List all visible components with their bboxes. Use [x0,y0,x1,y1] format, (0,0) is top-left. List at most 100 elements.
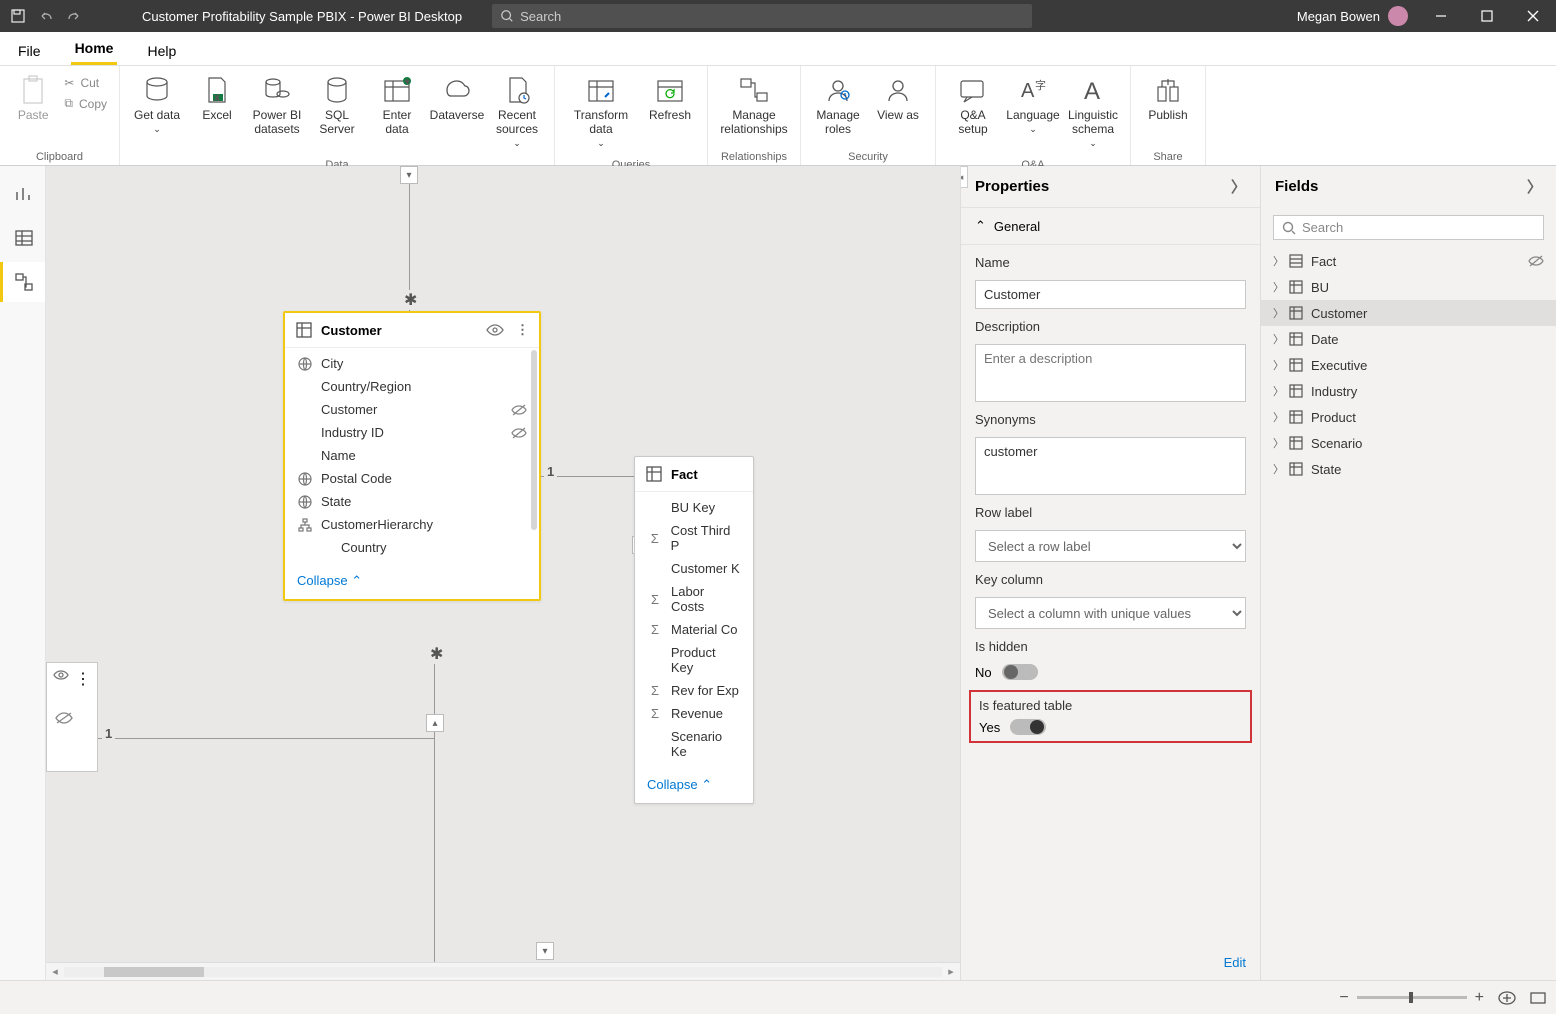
field-row[interactable]: ΣMaterial Co [635,618,753,641]
is-hidden-toggle[interactable] [1002,664,1038,680]
publish-button[interactable]: Publish [1139,70,1197,126]
recent-sources-button[interactable]: Recent sources⌄ [488,70,546,153]
field-row[interactable]: Industry ID [285,421,539,444]
field-row[interactable]: CustomerHierarchy [285,513,539,536]
excel-button[interactable]: XExcel [188,70,246,126]
undo-icon[interactable] [38,8,54,24]
manage-roles-button[interactable]: Manage roles [809,70,867,140]
properties-title: Properties [975,178,1049,195]
collapse-pane-icon[interactable]: 〉 [1231,176,1246,197]
transform-data-button[interactable]: Transform data⌄ [563,70,639,153]
visibility-icon[interactable] [53,669,69,689]
horizontal-scrollbar[interactable]: ◂▸ [46,962,960,980]
fields-search-box[interactable]: Search [1273,215,1544,240]
row-label-select[interactable]: Select a row label [975,530,1246,562]
fit-to-page-icon[interactable] [1498,991,1516,1005]
menu-help[interactable]: Help [143,37,180,65]
field-row[interactable]: ΣRevenue [635,702,753,725]
redo-icon[interactable] [66,8,82,24]
fields-table-row[interactable]: 〉Executive [1261,352,1556,378]
scrollbar[interactable] [531,350,537,530]
close-button[interactable] [1510,0,1556,32]
fields-table-row[interactable]: 〉Scenario [1261,430,1556,456]
field-row[interactable]: Customer K [635,557,753,580]
view-as-button[interactable]: View as [869,70,927,126]
field-row[interactable]: Product Key [635,641,753,679]
is-featured-toggle[interactable] [1010,719,1046,735]
table-partial[interactable]: ⋮ [46,662,98,772]
chevron-right-icon: 〉 [1273,305,1283,321]
model-view-button[interactable] [0,262,45,302]
dataverse-button[interactable]: Dataverse [428,70,486,126]
menu-bar: File Home Help [0,32,1556,66]
qa-setup-button[interactable]: Q&A setup [944,70,1002,140]
minimize-button[interactable] [1418,0,1464,32]
fields-table-row[interactable]: 〉Industry [1261,378,1556,404]
search-icon [1282,221,1296,235]
pbi-datasets-button[interactable]: Power BI datasets [248,70,306,140]
collapse-pane-icon[interactable]: 〉 [1527,176,1542,197]
menu-home[interactable]: Home [71,34,118,65]
fields-table-row[interactable]: 〉Fact [1261,248,1556,274]
description-input[interactable] [975,344,1246,402]
pane-resize-handle[interactable]: ◂ [960,166,968,188]
report-view-button[interactable] [0,174,45,214]
field-row[interactable]: ΣRev for Exp [635,679,753,702]
field-row[interactable]: Country [285,536,539,559]
table-customer[interactable]: Customer ⋮ CityCountry/RegionCustomerInd… [283,311,541,601]
table-icon [1289,332,1305,346]
user-account[interactable]: Megan Bowen [1287,6,1418,26]
collapse-link[interactable]: Collapse ⌃ [285,563,539,599]
copy-button[interactable]: ⧉Copy [60,94,111,113]
fullscreen-icon[interactable] [1530,992,1546,1004]
transform-icon [585,74,617,106]
language-button[interactable]: A字Language⌄ [1004,70,1062,139]
more-icon[interactable]: ⋮ [75,669,91,689]
edit-link[interactable]: Edit [961,949,1260,980]
model-canvas[interactable]: ▾ ✱ Customer ⋮ CityCountry/RegionCustome… [46,166,960,980]
field-row[interactable]: Name [285,444,539,467]
field-row[interactable]: BU Key [635,496,753,519]
fields-table-row[interactable]: 〉Product [1261,404,1556,430]
save-icon[interactable] [10,8,26,24]
zoom-out-icon[interactable]: − [1339,989,1348,1007]
fields-table-row[interactable]: 〉Customer [1261,300,1556,326]
fields-table-row[interactable]: 〉State [1261,456,1556,482]
visibility-icon[interactable] [486,323,504,337]
fields-table-row[interactable]: 〉Date [1261,326,1556,352]
title-search-box[interactable]: Search [492,4,1032,28]
manage-relationships-button[interactable]: Manage relationships [716,70,792,140]
svg-text:字: 字 [1035,78,1046,92]
more-icon[interactable]: ⋮ [516,322,529,338]
field-row[interactable]: Scenario Ke [635,725,753,763]
field-row[interactable]: Customer [285,398,539,421]
field-row[interactable]: ΣLabor Costs [635,580,753,618]
field-row[interactable]: ΣCost Third P [635,519,753,557]
data-view-button[interactable] [0,218,45,258]
field-row[interactable]: City [285,352,539,375]
field-row[interactable]: Country/Region [285,375,539,398]
linguistic-schema-button[interactable]: ALinguistic schema⌄ [1064,70,1122,153]
cut-button[interactable]: ✂Cut [60,74,111,92]
get-data-button[interactable]: Get data⌄ [128,70,186,139]
refresh-button[interactable]: Refresh [641,70,699,126]
chevron-right-icon: 〉 [1273,461,1283,477]
fields-pane: Fields〉 Search 〉Fact〉BU〉Customer〉Date〉Ex… [1260,166,1556,980]
key-column-select[interactable]: Select a column with unique values [975,597,1246,629]
table-fact[interactable]: Fact BU KeyΣCost Third PCustomer KΣLabor… [634,456,754,804]
collapse-link[interactable]: Collapse ⌃ [635,767,753,803]
zoom-in-icon[interactable]: + [1475,989,1484,1007]
menu-file[interactable]: File [14,37,45,65]
language-icon: A字 [1017,74,1049,106]
general-section-header[interactable]: ⌃General [961,207,1260,245]
maximize-button[interactable] [1464,0,1510,32]
field-row[interactable]: Postal Code [285,467,539,490]
sql-server-button[interactable]: SQL Server [308,70,366,140]
paste-button[interactable]: Paste [8,70,58,126]
name-input[interactable] [975,280,1246,309]
field-row[interactable]: State [285,490,539,513]
zoom-control[interactable]: − + [1339,989,1484,1007]
fields-table-row[interactable]: 〉BU [1261,274,1556,300]
enter-data-button[interactable]: +Enter data [368,70,426,140]
synonyms-input[interactable] [975,437,1246,495]
